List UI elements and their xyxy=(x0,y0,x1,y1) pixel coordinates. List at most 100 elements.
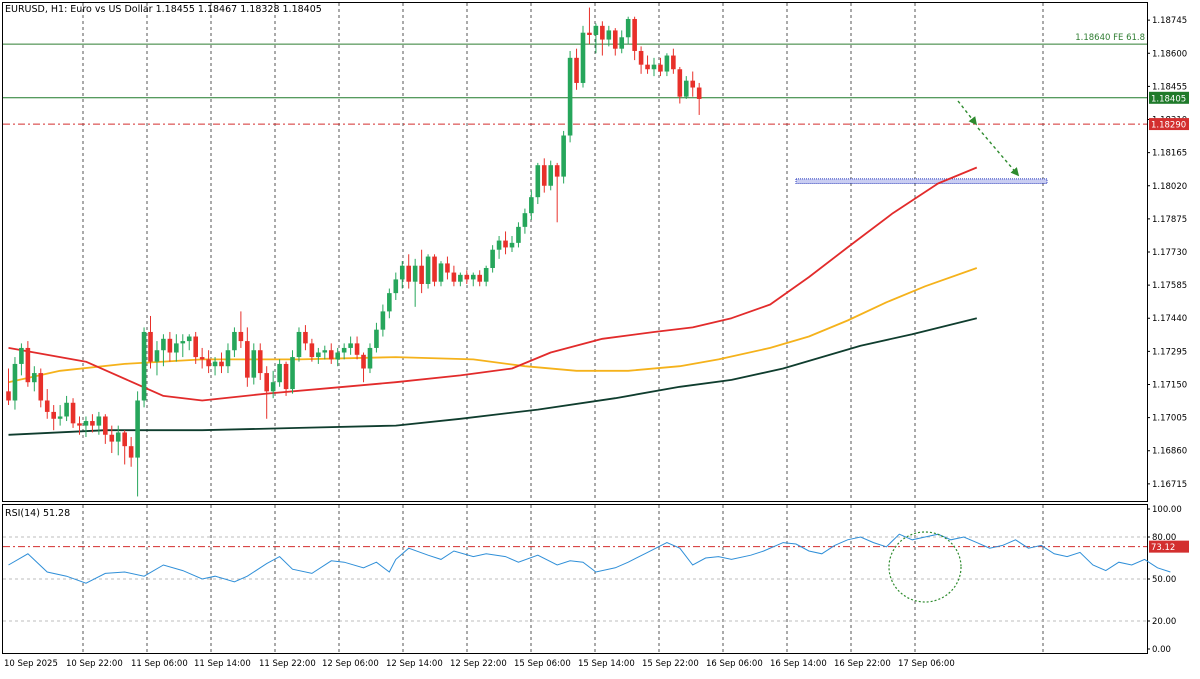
candle-27 xyxy=(180,334,186,358)
candle-56 xyxy=(367,343,373,374)
candle-body xyxy=(677,69,683,97)
candle-body xyxy=(206,359,211,367)
candle-body xyxy=(174,343,179,353)
candle-body xyxy=(387,293,392,312)
candle-25 xyxy=(167,331,173,362)
candle-body xyxy=(509,242,515,248)
candle-body xyxy=(154,350,160,362)
candle-66 xyxy=(432,254,437,287)
candle-body xyxy=(664,55,670,72)
candle-body xyxy=(264,373,269,392)
candle-85 xyxy=(554,162,560,223)
candle-105 xyxy=(683,76,689,99)
candle-body xyxy=(580,32,586,83)
candle-body xyxy=(103,416,108,435)
candle-body xyxy=(96,416,102,426)
candle-68 xyxy=(445,256,450,280)
x-tick-label: 10 Sep 2025 xyxy=(4,659,58,669)
candle-94 xyxy=(612,28,618,56)
symbol-header: EURUSD, H1: Euro vs US Dollar 1.18455 1.… xyxy=(5,4,322,15)
candle-body xyxy=(232,331,237,351)
current-price-tag: 1.18405 xyxy=(1149,91,1189,104)
candle-body xyxy=(257,350,263,374)
candle-body xyxy=(270,382,276,392)
candlesticks xyxy=(6,7,702,497)
candle-43 xyxy=(283,361,289,396)
x-tick-label: 15 Sep 06:00 xyxy=(514,659,571,669)
analysis-drawings xyxy=(957,100,1020,177)
candle-64 xyxy=(419,249,424,294)
candle-body xyxy=(554,165,560,177)
candle-body xyxy=(522,213,528,227)
candle-body xyxy=(122,432,127,447)
y-tick-label: 1.18455 xyxy=(1152,82,1187,92)
candle-body xyxy=(77,423,82,426)
candle-83 xyxy=(541,158,547,193)
chart-canvas[interactable]: 1.18640 FE 61.8 1.18745 1.18600 1.18455 1.1… xyxy=(0,0,1200,675)
rsi-level-tag: 73.12 xyxy=(1149,540,1189,553)
grid-lines xyxy=(82,3,1044,653)
y-tick-label: 1.17295 xyxy=(1152,347,1187,357)
candle-body xyxy=(161,338,166,351)
candle-100 xyxy=(651,57,657,77)
candle-body xyxy=(399,265,405,280)
candle-48 xyxy=(316,347,321,364)
candle-body xyxy=(541,165,547,186)
candle-20 xyxy=(135,391,140,497)
candle-80 xyxy=(522,208,528,234)
candle-body xyxy=(477,274,483,282)
candle-103 xyxy=(671,48,676,74)
candle-body xyxy=(335,352,341,360)
candle-49 xyxy=(322,345,328,360)
candle-18 xyxy=(122,430,127,465)
candle-body xyxy=(600,25,605,40)
candle-body xyxy=(470,274,476,280)
candle-9 xyxy=(64,395,69,422)
resistance-price-tag-text: 1.18290 xyxy=(1151,121,1186,131)
candle-body xyxy=(322,350,328,353)
candle-body xyxy=(148,331,153,362)
candle-body xyxy=(496,240,502,250)
price-levels: 1.18640 FE 61.8 xyxy=(3,33,1147,184)
candle-102 xyxy=(664,53,670,77)
candle-body xyxy=(419,265,424,284)
candle-91 xyxy=(593,23,599,54)
candle-74 xyxy=(483,265,489,287)
candle-88 xyxy=(574,48,579,90)
candle-33 xyxy=(219,352,224,374)
rsi-tick-label: 0.00 xyxy=(1152,645,1171,655)
candle-body xyxy=(296,331,302,358)
candle-87 xyxy=(567,50,573,143)
candle-body xyxy=(361,354,366,369)
candle-body xyxy=(70,402,76,424)
candle-body xyxy=(12,363,18,401)
candle-body xyxy=(464,274,470,280)
candle-body xyxy=(696,87,702,99)
candle-body xyxy=(83,421,89,426)
candle-body xyxy=(212,361,218,367)
candle-1 xyxy=(12,357,18,410)
candle-5 xyxy=(38,368,44,408)
candle-53 xyxy=(348,336,353,355)
candle-body xyxy=(44,400,50,412)
candle-body xyxy=(503,240,508,248)
candle-body xyxy=(51,411,56,419)
candle-79 xyxy=(516,222,521,248)
y-tick-label: 1.16715 xyxy=(1152,480,1187,490)
candle-body xyxy=(567,57,573,136)
candle-28 xyxy=(186,334,192,351)
candle-body xyxy=(548,165,554,186)
candle-59 xyxy=(387,288,392,319)
candle-13 xyxy=(90,414,95,433)
candle-body xyxy=(425,256,431,284)
candle-93 xyxy=(606,25,612,47)
candle-body xyxy=(348,343,353,348)
candle-body xyxy=(625,18,631,38)
rsi-tick-label: 20.00 xyxy=(1152,617,1176,627)
x-tick-label: 17 Sep 06:00 xyxy=(898,659,955,669)
candle-body xyxy=(277,363,282,383)
candle-7 xyxy=(51,405,56,431)
ma-mid-line xyxy=(8,267,978,384)
candle-38 xyxy=(251,343,257,385)
x-tick-label: 15 Sep 14:00 xyxy=(578,659,635,669)
